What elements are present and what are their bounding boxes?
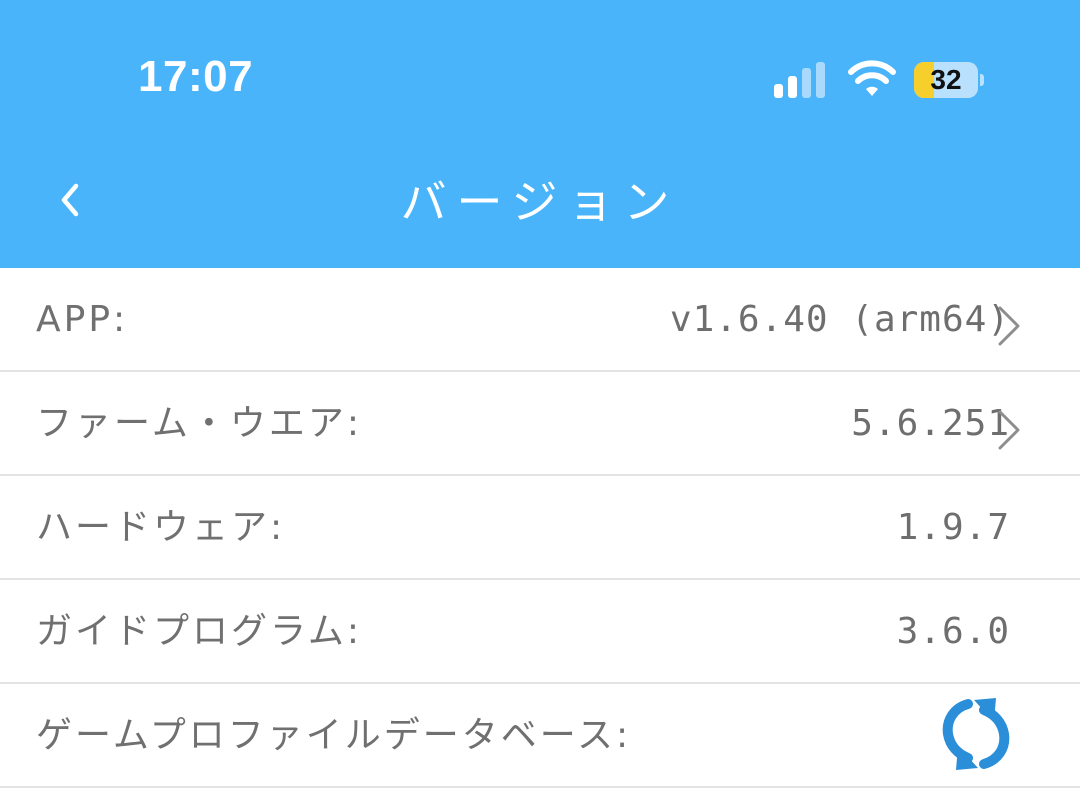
row-label: ガイドプログラム: [36,611,363,652]
battery-cap [980,74,984,86]
row-value: 5.6.251 [851,403,1010,444]
row-label: ハードウェア: [36,507,286,548]
row-hardware: ハードウェア: 1.9.7 [0,476,1080,580]
battery-body: 32 [914,62,978,98]
cellular-signal-icon [774,62,825,98]
wifi-icon [848,60,896,96]
row-app[interactable]: APP: v1.6.40 (arm64) [0,268,1080,372]
row-value: 3.6.0 [896,611,1010,652]
row-guide-program: ガイドプログラム: 3.6.0 [0,580,1080,684]
status-time: 17:07 [138,52,254,101]
refresh-icon[interactable] [938,696,1014,772]
battery-level: 32 [930,64,962,95]
row-value: v1.6.40 (arm64) [669,299,1010,340]
page-title: バージョン [400,175,680,229]
row-value: 1.9.7 [896,507,1010,548]
top-bar: 17:07 32 バージョン [0,0,1080,268]
row-firmware[interactable]: ファーム・ウエア: 5.6.251 [0,372,1080,476]
row-label: ファーム・ウエア: [36,403,363,444]
row-label: ゲームプロファイルデータベース: [36,715,632,756]
chevron-right-icon [998,306,1020,346]
chevron-right-icon [998,410,1020,450]
version-list: APP: v1.6.40 (arm64) ファーム・ウエア: 5.6.251 ハ… [0,268,1080,788]
battery-icon: 32 [914,62,984,98]
row-label: APP: [36,299,129,340]
row-game-profile-database: ゲームプロファイルデータベース: [0,684,1080,788]
